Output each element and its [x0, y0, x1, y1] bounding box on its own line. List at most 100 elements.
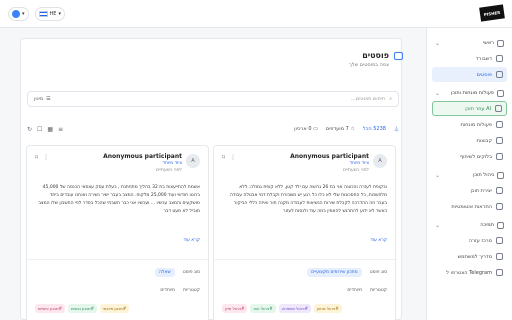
card-header: A Anonymous participant ציוד מיוחד לפני …	[222, 152, 387, 178]
post-type-row: סוג פוסט מתכון שירותים מקצועיים	[222, 266, 387, 278]
avatar: A	[373, 154, 387, 168]
search-bar: ⌕ חיפוש פוסטים... ☰ סינון	[27, 91, 399, 107]
category-value: מיוחדים	[160, 287, 176, 293]
stat-archive[interactable]: ▭ 0 ארכיון	[294, 126, 318, 132]
post-body: ובקופת לעזרה והכוונה אני בת 26 גרושה עם …	[230, 185, 387, 214]
post-body: אשמח להתייעצות בת 32 בהליך מתחתנת , בעלת…	[38, 185, 200, 214]
account-menu[interactable]: ▾	[8, 7, 29, 21]
bookmark-icon[interactable]: ⌑	[222, 154, 225, 161]
logo: PISHER	[479, 4, 505, 22]
tag[interactable]: #תכנון נכסים	[68, 303, 98, 313]
sidebar-item-user-guide[interactable]: מדריך למשתמש	[432, 249, 507, 264]
sidebar-item-label: בלוקים לשיתוף	[459, 153, 492, 160]
post-type-row: סוג פוסט שאלה	[35, 266, 200, 278]
bookmark-icon[interactable]: ⌑	[35, 154, 38, 161]
filter-label: סינון	[34, 96, 44, 102]
tag-list: #תכנון פיננסי #תכנון נכסים #תכנון אישיים	[35, 303, 130, 313]
stat-all[interactable]: 5238 הכל	[363, 126, 386, 132]
search-icon: ⌕	[389, 96, 392, 102]
read-more-link[interactable]: קרא עוד	[222, 238, 387, 243]
type-badge: שאלה	[154, 267, 175, 277]
category-row: קטגוריות מיוחדים	[222, 284, 387, 296]
sidebar: ראשי ⌄ דשבורד פוסטים פעולות מונחות ותוכן ⌄…	[426, 28, 512, 320]
page-header: פוסטים צפה בפוסטים שלך	[349, 51, 403, 68]
chevron-down-icon: ⌄	[435, 89, 441, 97]
create-icon	[496, 187, 503, 194]
sidebar-item-label: AI עוזר תוכן	[465, 105, 491, 112]
post-card[interactable]: A Anonymous participant ציוד מיוחד לפני …	[26, 145, 209, 320]
meta-label: קטגוריות	[183, 287, 200, 293]
refresh-icon[interactable]: ↻	[27, 126, 32, 133]
groups-icon	[496, 137, 503, 144]
search-input[interactable]: חיפוש פוסטים...	[351, 96, 385, 102]
sidebar-section-main[interactable]: ראשי ⌄	[427, 36, 512, 50]
sidebar-item-label: Telegram הצטרפו ל	[446, 269, 492, 276]
view-controls: ↻ ☐ ▦ ≡	[27, 126, 63, 133]
chevron-down-icon: ⌄	[435, 39, 441, 47]
sidebar-item-dashboard[interactable]: דשבורד	[432, 51, 507, 66]
bell-icon	[496, 203, 503, 210]
sidebar-item-groups[interactable]: קבוצות	[432, 133, 507, 148]
grid-view-icon[interactable]: ▦	[47, 126, 53, 133]
tag[interactable]: #ניהול תיק	[222, 303, 248, 313]
author-role: ציוד מיוחד	[349, 161, 369, 166]
sidebar-item-posts[interactable]: פוסטים	[432, 67, 507, 82]
post-card[interactable]: A Anonymous participant ציוד מיוחד לפני …	[213, 145, 396, 320]
posts-icon	[394, 52, 403, 60]
tag[interactable]: #תכנון אישיים	[35, 303, 65, 313]
section-label: ניהול תוכן	[473, 172, 494, 178]
home-icon	[497, 39, 504, 47]
flag-icon	[38, 11, 48, 17]
sidebar-item-share-blocks[interactable]: בלוקים לשיתוף	[432, 149, 507, 164]
sidebar-item-help-center[interactable]: מרכז עזרה	[432, 233, 507, 248]
sidebar-item-ai-assistant[interactable]: AI עוזר תוכן	[432, 101, 507, 116]
stat-label: מועדפים	[325, 126, 345, 132]
blocks-icon	[496, 153, 503, 160]
sparkle-icon	[495, 105, 502, 112]
sidebar-section-content[interactable]: ניהול תוכן ⌄	[427, 168, 512, 182]
author-role: ציוד מיוחד	[162, 161, 182, 166]
tag-list: #ניהול מחוון #ניהול משפחה #ניהול הוצ #ני…	[222, 303, 342, 313]
post-time: לפני כשעתיים	[156, 168, 182, 173]
more-icon[interactable]: ⋮	[43, 154, 49, 161]
tag[interactable]: #ניהול הוצ	[250, 303, 276, 313]
language-selector[interactable]: HE ▾	[34, 7, 65, 21]
sidebar-item-guided-actions[interactable]: פעולות מונחות	[432, 117, 507, 132]
chevron-down-icon: ▾	[58, 11, 61, 17]
read-more-link[interactable]: קרא עוד	[35, 238, 200, 243]
type-badge: מתכון שירותים מקצועיים	[307, 267, 362, 277]
stat-featured[interactable]: ☆ 7 מועדפים	[326, 126, 355, 132]
tag[interactable]: #תכנון פיננסי	[100, 303, 130, 313]
post-time: לפני כשעתיים	[343, 168, 369, 173]
tag[interactable]: #ניהול מחוון	[314, 303, 342, 313]
content-icon	[497, 171, 504, 179]
sidebar-item-label: מדריך למשתמש	[457, 253, 492, 260]
category-value: מיוחדים	[347, 287, 363, 293]
card-header: A Anonymous participant ציוד מיוחד לפני …	[35, 152, 200, 178]
filter-funnel-icon[interactable]: ⏃	[394, 126, 399, 133]
stats-row: ↻ ☐ ▦ ≡ ⏃ 5238 הכל ☆ 7 מועדפים ▭ 0 ארכיו…	[27, 123, 399, 135]
category-row: קטגוריות מיוחדים	[35, 284, 200, 296]
sidebar-section-guided[interactable]: פעולות מונחות ותוכן ⌄	[427, 86, 512, 100]
divider	[214, 259, 395, 260]
select-icon[interactable]: ☐	[37, 126, 42, 133]
stats-filters: ⏃ 5238 הכל ☆ 7 מועדפים ▭ 0 ארכיון	[294, 126, 399, 133]
posts-icon	[496, 71, 503, 78]
sidebar-item-create-content[interactable]: יצירת תוכן	[432, 183, 507, 198]
sidebar-item-label: מרכז עזרה	[468, 237, 492, 244]
page-title: פוסטים	[362, 51, 389, 60]
top-bar: ▾ HE ▾ PISHER	[0, 0, 512, 28]
tag[interactable]: #ניהול משפחה	[278, 303, 312, 313]
sidebar-item-telegram[interactable]: Telegram הצטרפו ל	[432, 265, 507, 280]
filter-icon: ☰	[46, 96, 51, 102]
sidebar-item-label: דשבורד	[475, 55, 492, 62]
language-label: HE	[49, 11, 57, 17]
guided-icon	[497, 89, 504, 97]
list-view-icon[interactable]: ≡	[58, 126, 63, 133]
avatar: A	[186, 154, 200, 168]
meta-label: סוג פוסט	[369, 269, 387, 275]
sidebar-item-auto-alerts[interactable]: התראות אוטומטיות	[432, 199, 507, 214]
filter-button[interactable]: ☰ סינון	[34, 96, 51, 102]
sidebar-section-support[interactable]: תמיכה ⌄	[427, 218, 512, 232]
more-icon[interactable]: ⋮	[230, 154, 236, 161]
